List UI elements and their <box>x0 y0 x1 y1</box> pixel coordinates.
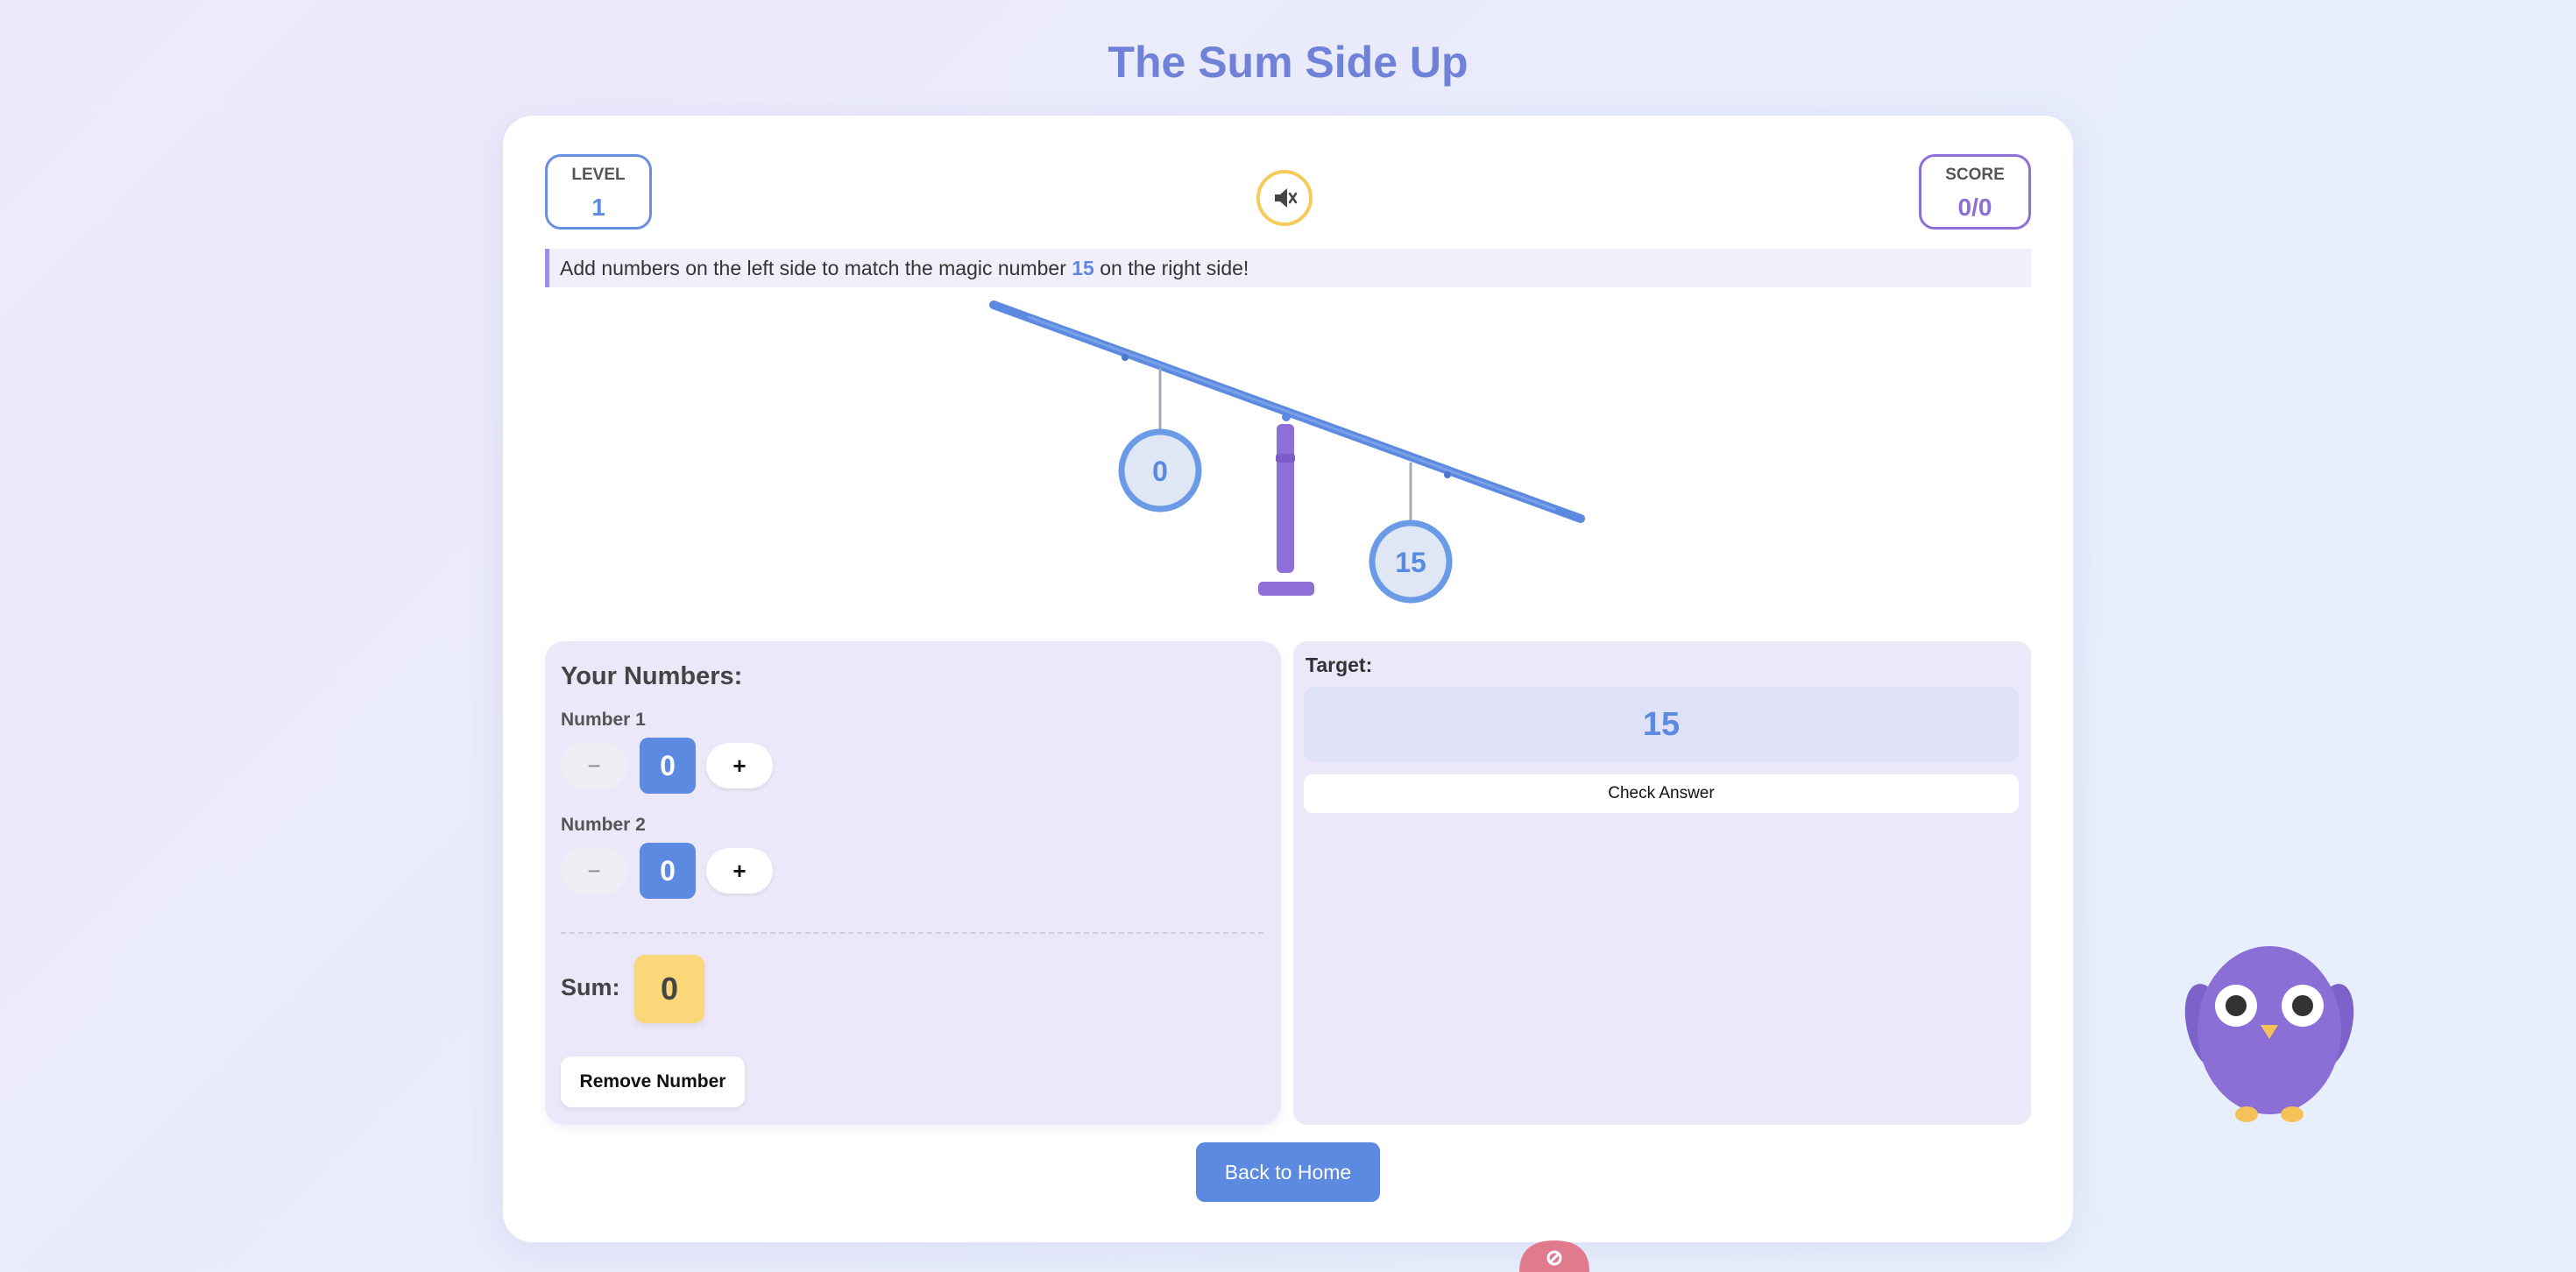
sum-label: Sum: <box>561 974 620 1000</box>
target-label: Target: <box>1306 654 1373 676</box>
number-2-label: Number 2 <box>561 815 646 835</box>
target-panel: Target: 15 Check Answer <box>1293 641 2031 1125</box>
balance-scale: 0 15 <box>989 300 1585 604</box>
number-2-increment-button[interactable]: + <box>706 848 773 894</box>
number-1-increment-button[interactable]: + <box>706 743 773 788</box>
sum-value: 0 <box>634 955 704 1023</box>
number-2-decrement-button[interactable]: − <box>561 848 627 894</box>
back-to-home-button[interactable]: Back to Home <box>1196 1142 1380 1202</box>
page-title: The Sum Side Up <box>1108 38 1468 87</box>
number-1-label: Number 1 <box>561 710 646 730</box>
game-card: LEVEL 1 SCORE 0/0 Add numbers on the lef… <box>503 116 2073 1242</box>
owl-mascot <box>2184 946 2354 1122</box>
numbers-panel: Your Numbers: Number 1 − 0 + Number 2 − … <box>545 641 1281 1125</box>
scale-base <box>1258 582 1314 596</box>
numbers-panel-title: Your Numbers: <box>561 662 743 690</box>
remove-number-button[interactable]: Remove Number <box>561 1056 745 1107</box>
target-value: 15 <box>1304 687 2019 762</box>
right-weight-value: 15 <box>1395 547 1426 578</box>
right-weight: 15 <box>1369 519 1453 604</box>
number-1-decrement-button[interactable]: − <box>561 743 627 788</box>
scale-stand <box>1277 424 1294 573</box>
check-answer-button[interactable]: Check Answer <box>1304 774 2019 813</box>
bottom-floating-badge <box>1519 1240 1589 1272</box>
sum-divider <box>561 932 1263 934</box>
left-weight-value: 0 <box>1152 456 1168 487</box>
number-1-value: 0 <box>640 738 696 794</box>
left-weight: 0 <box>1118 428 1202 512</box>
number-2-value: 0 <box>640 843 696 899</box>
